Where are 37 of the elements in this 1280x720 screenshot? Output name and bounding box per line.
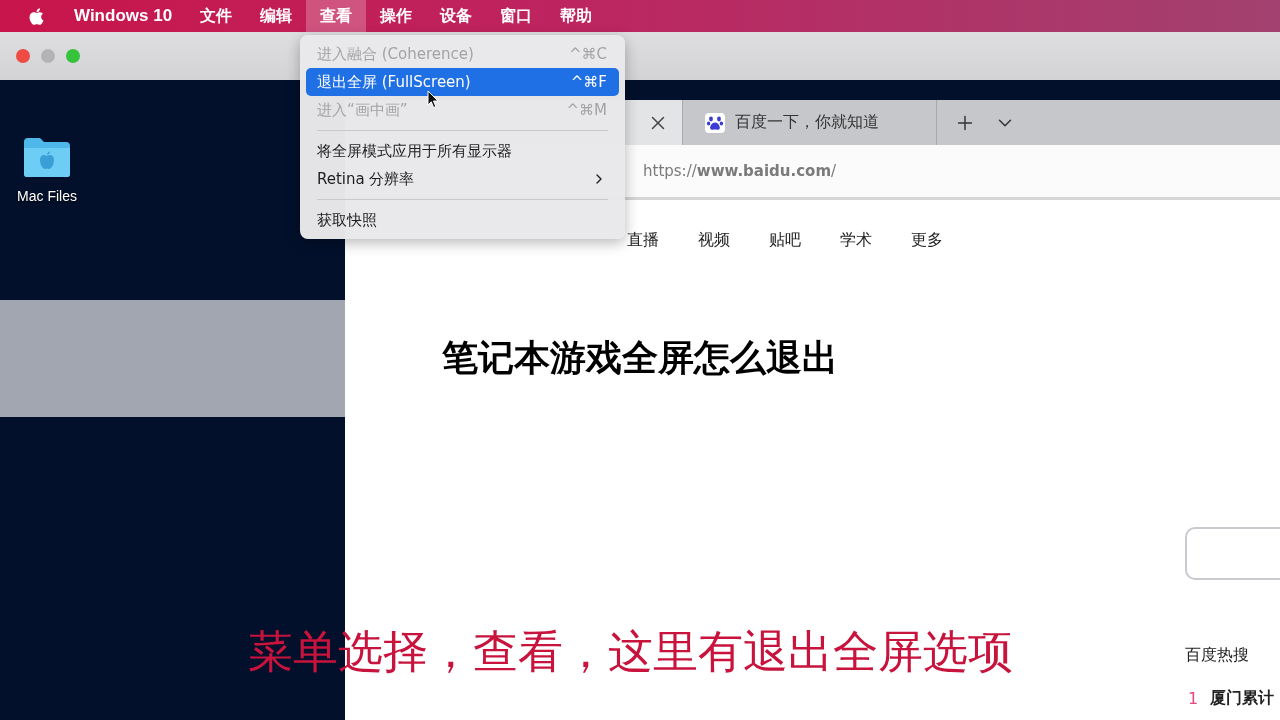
hot-search-link[interactable]: 厦门累计 [1210, 688, 1275, 709]
shortcut-label: ^⌘F [570, 73, 607, 91]
nav-link[interactable]: 学术 [840, 229, 872, 251]
menu-item-label: 退出全屏 (FullScreen) [317, 72, 471, 92]
desktop-icon-label[interactable]: Mac Files [17, 188, 77, 204]
rank-number: 1 [1188, 689, 1199, 708]
menu-bar-item[interactable]: 操作 [366, 0, 427, 32]
menu-bar-item[interactable]: 设备 [426, 0, 487, 32]
nav-link[interactable]: 直播 [627, 229, 659, 251]
nav-link[interactable]: 视频 [698, 229, 730, 251]
menu-item-label: 进入融合 (Coherence) [317, 44, 474, 64]
menu-bar-item[interactable]: 窗口 [486, 0, 547, 32]
url-text: https://www.baidu.com/ [643, 162, 837, 180]
search-field[interactable] [1185, 527, 1280, 580]
tab-title: 百度一下，你就知道 [735, 112, 879, 133]
folder-icon [22, 136, 72, 178]
menu-bar-item[interactable]: 查看 [306, 0, 367, 32]
menu-bar-item[interactable]: 编辑 [246, 0, 307, 32]
zoom-button[interactable] [66, 49, 80, 63]
menu-item-label: 获取快照 [317, 210, 377, 230]
menu-item-label: 进入“画中画” [317, 100, 408, 120]
mouse-pointer-icon [427, 90, 439, 109]
minimize-button[interactable] [41, 49, 55, 63]
menu-bar-item[interactable]: Windows 10 [60, 0, 187, 32]
nav-link[interactable]: 更多 [911, 229, 943, 251]
apple-logo-icon[interactable] [28, 6, 45, 26]
shortcut-label: ^⌘M [566, 101, 607, 119]
video-title: 笔记本游戏全屏怎么退出 [442, 336, 838, 380]
shortcut-label: ^⌘C [568, 45, 607, 63]
menu-item[interactable]: 退出全屏 (FullScreen) ^⌘F [306, 68, 619, 96]
close-button[interactable] [16, 49, 30, 63]
menu-bar-item[interactable]: 文件 [186, 0, 247, 32]
menu-bar-item[interactable]: 帮助 [546, 0, 607, 32]
menu-item[interactable]: 获取快照 [306, 206, 619, 234]
hot-search-heading: 百度热搜 [1185, 645, 1250, 666]
nav-link[interactable]: 贴吧 [769, 229, 801, 251]
paw-icon [705, 112, 725, 133]
